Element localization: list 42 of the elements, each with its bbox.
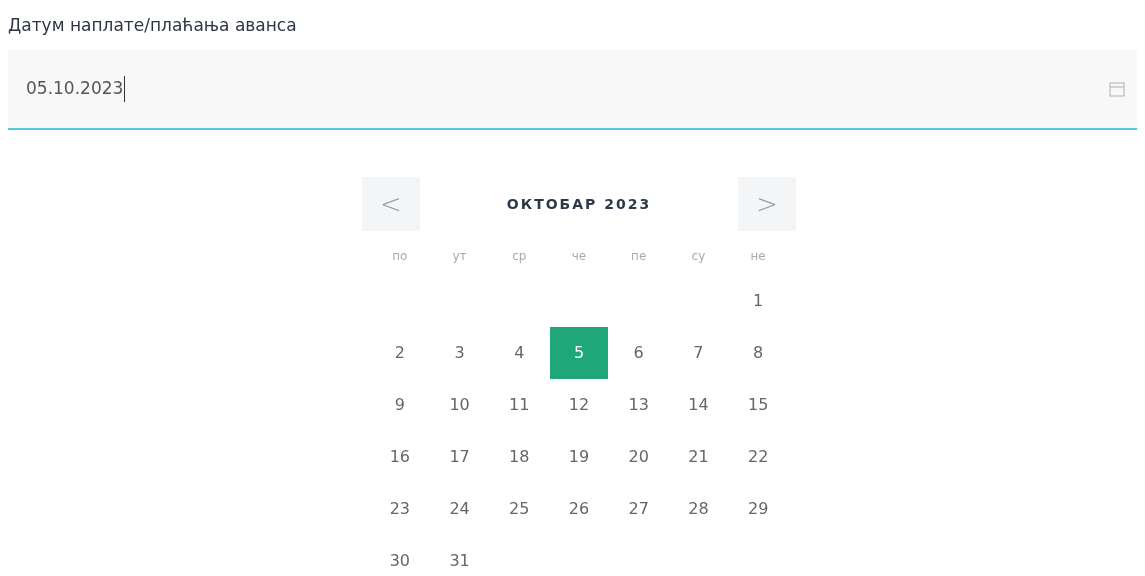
- day-cell[interactable]: 28: [669, 483, 728, 535]
- day-cell[interactable]: 5: [550, 327, 608, 379]
- day-cell[interactable]: 8: [729, 327, 788, 379]
- day-cell[interactable]: 24: [430, 483, 489, 535]
- day-cell[interactable]: 7: [669, 327, 728, 379]
- calendar-icon[interactable]: [1109, 81, 1125, 97]
- day-cell[interactable]: 12: [550, 379, 608, 431]
- day-cell[interactable]: 2: [370, 327, 429, 379]
- day-cell[interactable]: 20: [609, 431, 668, 483]
- day-cell[interactable]: 16: [370, 431, 429, 483]
- day-cell[interactable]: 10: [430, 379, 489, 431]
- day-cell[interactable]: 25: [490, 483, 549, 535]
- day-cell[interactable]: 4: [490, 327, 549, 379]
- date-input-field[interactable]: 05.10.2023: [8, 50, 1137, 130]
- day-cell[interactable]: 29: [729, 483, 788, 535]
- day-cell[interactable]: 21: [669, 431, 728, 483]
- weekday-label: по: [392, 249, 408, 263]
- day-cell[interactable]: 1: [729, 275, 788, 327]
- weekday-label: ср: [512, 249, 527, 263]
- day-cell[interactable]: 3: [430, 327, 489, 379]
- day-cell[interactable]: 31: [430, 535, 489, 576]
- day-cell[interactable]: 15: [729, 379, 788, 431]
- weekday-label: че: [571, 249, 587, 263]
- day-cell[interactable]: 26: [550, 483, 608, 535]
- weekday-label: ут: [452, 249, 467, 263]
- day-cell[interactable]: 13: [609, 379, 668, 431]
- day-cell[interactable]: 27: [609, 483, 668, 535]
- day-cell[interactable]: 9: [370, 379, 429, 431]
- day-cell[interactable]: 18: [490, 431, 549, 483]
- month-title: ОКТОБАР 2023: [506, 194, 652, 214]
- day-cell[interactable]: 6: [609, 327, 668, 379]
- day-cell[interactable]: 19: [550, 431, 608, 483]
- day-cell[interactable]: 17: [430, 431, 489, 483]
- weekday-label: пе: [631, 249, 647, 263]
- field-label: Датум наплате/плаћања аванса: [8, 14, 298, 37]
- weekday-label: су: [691, 249, 706, 263]
- day-cell[interactable]: 14: [669, 379, 728, 431]
- day-cell[interactable]: 22: [729, 431, 788, 483]
- weekday-label: не: [750, 249, 766, 263]
- day-cell[interactable]: 23: [370, 483, 429, 535]
- day-cell[interactable]: 11: [490, 379, 549, 431]
- day-cell[interactable]: 30: [370, 535, 429, 576]
